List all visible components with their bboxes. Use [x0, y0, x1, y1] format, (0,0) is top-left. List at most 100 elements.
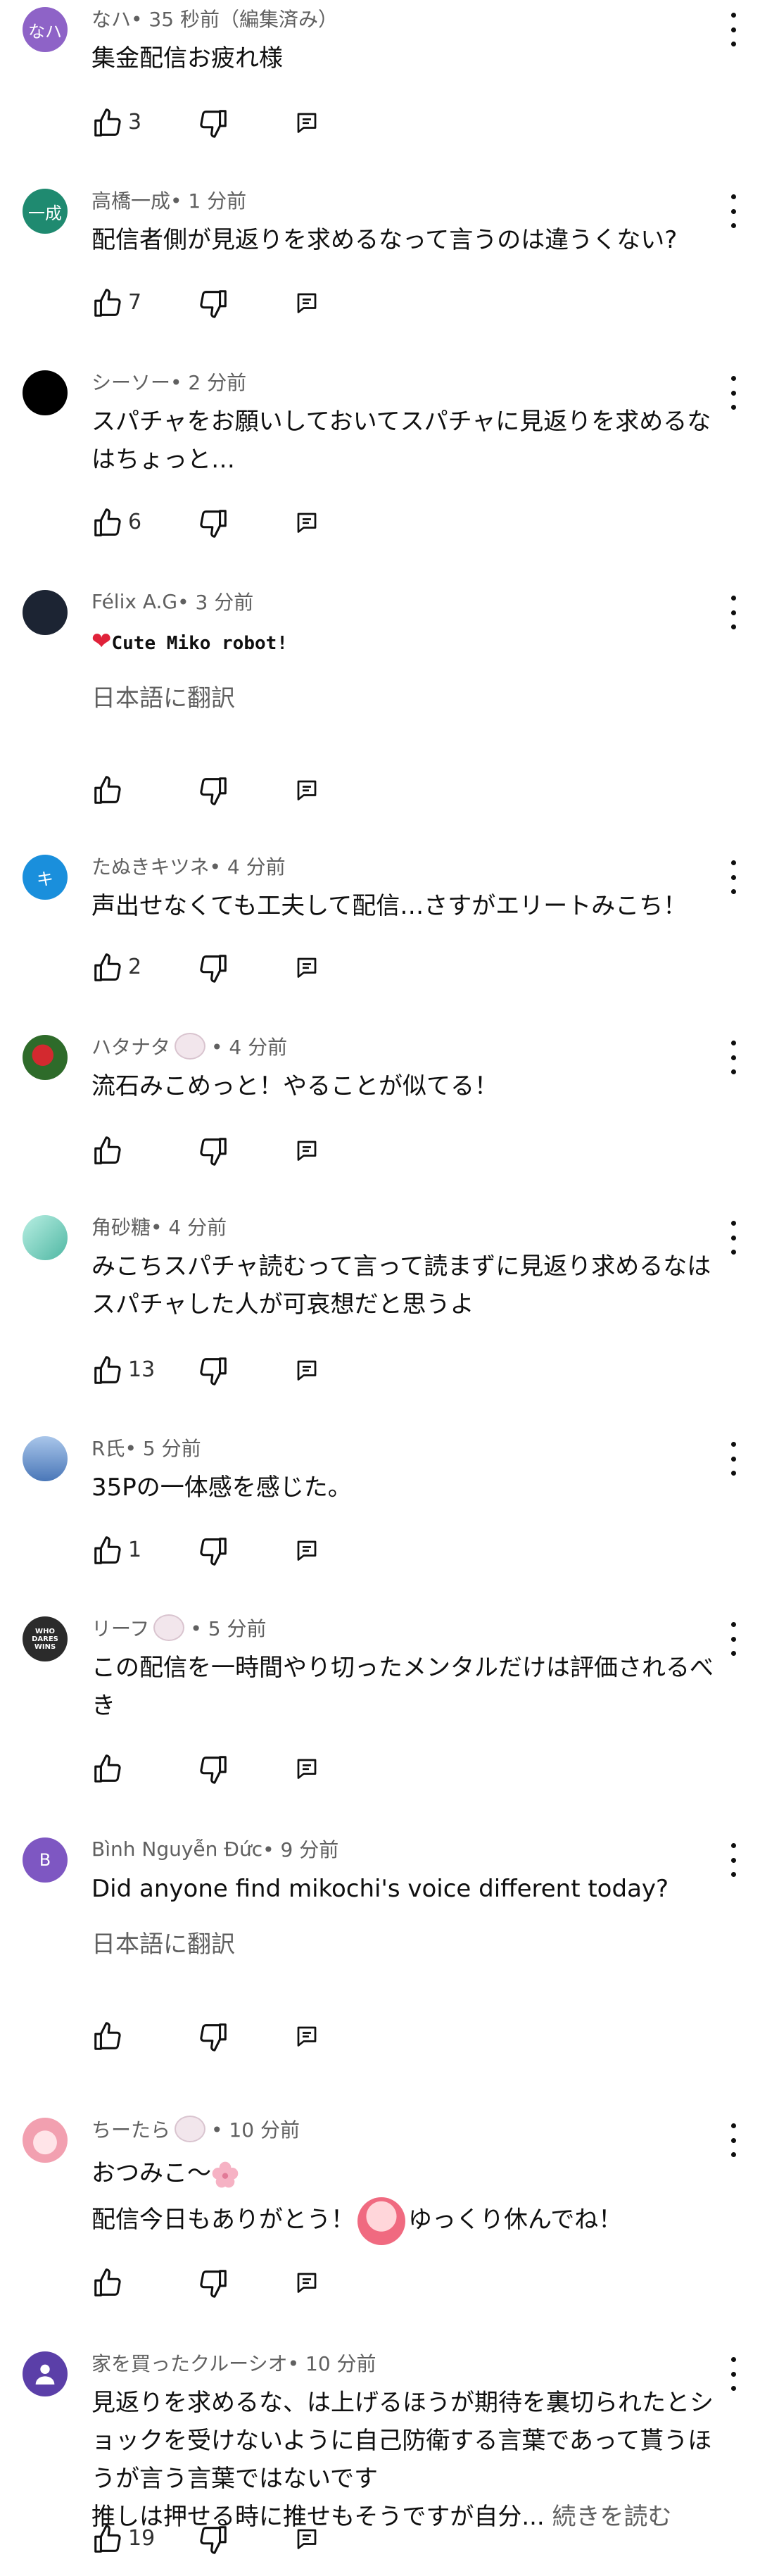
thumb-down-icon[interactable]	[197, 2523, 229, 2556]
translate-link[interactable]: 日本語に翻訳	[91, 679, 235, 713]
avatar-initials: なハ	[28, 21, 62, 42]
thumb-down-icon[interactable]	[197, 1135, 229, 1167]
comment: なハ なハ • 35 秒前（編集済み） 集金配信お疲れ様 3	[0, 0, 760, 162]
thumb-down-icon[interactable]	[197, 107, 229, 139]
author-name[interactable]: たぬきキツネ	[91, 852, 209, 880]
reply-icon[interactable]	[294, 2270, 319, 2295]
avatar[interactable]	[23, 2351, 68, 2396]
author-name[interactable]: Bình Nguyễn Đức	[91, 1837, 262, 1861]
avatar[interactable]: キ	[23, 855, 68, 900]
comment-meta: R氏 • 5 分前	[91, 1433, 201, 1462]
author-name[interactable]: 角砂糖	[91, 1212, 151, 1240]
heart-emoji: ❤	[91, 627, 112, 655]
thumb-up-icon[interactable]	[91, 774, 124, 807]
avatar[interactable]: なハ	[23, 7, 68, 52]
reply-icon[interactable]	[294, 1756, 319, 1781]
reply-icon[interactable]	[294, 1538, 319, 1563]
thumb-down-icon[interactable]	[197, 774, 229, 807]
author-name[interactable]: リーフ	[91, 1614, 149, 1642]
avatar[interactable]: 一成	[23, 189, 68, 234]
thumb-up-icon[interactable]	[91, 952, 124, 984]
reply-icon[interactable]	[294, 2023, 319, 2049]
person-icon	[35, 2364, 55, 2385]
timestamp: • 4 分前	[151, 1216, 227, 1239]
avatar[interactable]	[23, 590, 68, 635]
timestamp: • 1 分前	[170, 189, 247, 213]
thumb-up-icon[interactable]	[91, 2267, 124, 2299]
thumb-up-icon[interactable]	[91, 2021, 124, 2053]
avatar[interactable]: WHO DARES WINS	[23, 1616, 68, 1661]
comment-text: おつみこ〜 配信今日もありがとう！ ゆっくり休んでね！	[91, 2150, 732, 2245]
comment-text: 集金配信お疲れ様	[91, 44, 283, 73]
author-name[interactable]: 高橋一成	[91, 186, 170, 214]
thumb-up-icon[interactable]	[91, 2523, 124, 2556]
read-more-link[interactable]: 続きを読む	[545, 2503, 672, 2531]
comment-text: スパチャをお願いしておいてスパチャに見返りを求めるなはちょっと…	[91, 408, 711, 474]
comment-meta: たぬきキツネ • 4 分前	[91, 852, 286, 880]
author-name[interactable]: 家を買ったクルーシオ	[91, 2349, 288, 2377]
comment-text: ❤Cute Miko robot!	[91, 622, 732, 662]
comment-meta: ハタナタ • 4 分前	[91, 1032, 287, 1060]
thumb-up-icon[interactable]	[91, 1753, 124, 1785]
comment-actions	[91, 2021, 373, 2054]
thumb-down-icon[interactable]	[197, 1535, 229, 1567]
comment-actions: 13	[91, 1355, 373, 1388]
like-count: 19	[128, 2526, 156, 2551]
author-name[interactable]: シーソー	[91, 367, 170, 396]
translate-link[interactable]: 日本語に翻訳	[91, 1925, 235, 1959]
author-name[interactable]: ハタナタ	[91, 1032, 170, 1060]
like-count: 13	[128, 1357, 156, 1382]
avatar[interactable]	[23, 1215, 68, 1260]
author-name[interactable]: R氏	[91, 1433, 125, 1462]
comment-line-2b: ゆっくり休んでね！	[408, 2206, 623, 2234]
author-name[interactable]: Félix A.G	[91, 590, 177, 613]
reply-icon[interactable]	[294, 1357, 319, 1383]
reply-icon[interactable]	[294, 2526, 319, 2551]
avatar[interactable]	[23, 1436, 68, 1481]
member-badge-icon	[175, 2116, 206, 2142]
thumb-down-icon[interactable]	[197, 1355, 229, 1387]
thumb-up-icon[interactable]	[91, 287, 124, 320]
comment-actions: 1	[91, 1535, 373, 1569]
comment-text: みこちスパチャ読むって言って読まずに見返り求めるなはスパチャした人が可哀想だと思…	[91, 1252, 711, 1319]
author-name[interactable]: ちーたら	[91, 2115, 170, 2143]
reply-icon[interactable]	[294, 777, 319, 803]
member-badge-icon	[175, 1033, 206, 1060]
avatar-logo-text: WHO DARES WINS	[32, 1627, 58, 1651]
thumb-up-icon[interactable]	[91, 107, 124, 139]
thumb-up-icon[interactable]	[91, 507, 124, 539]
comment: 角砂糖 • 4 分前 みこちスパチャ読むって言って読まずに見返り求めるなはスパチ…	[0, 1208, 760, 1419]
thumb-up-icon[interactable]	[91, 1135, 124, 1167]
avatar-initials: 一成	[28, 203, 62, 223]
thumb-up-icon[interactable]	[91, 1535, 124, 1567]
reply-icon[interactable]	[294, 1138, 319, 1163]
comment-actions	[91, 1135, 373, 1169]
comment-text: 声出せなくても工夫して配信…さすがエリートみこち！	[91, 892, 688, 920]
thumb-down-icon[interactable]	[197, 2021, 229, 2053]
author-name[interactable]: なハ	[91, 4, 131, 32]
avatar[interactable]	[23, 1035, 68, 1080]
comment-text: Did anyone find mikochi's voice differen…	[91, 1875, 669, 1903]
avatar-initials: B	[39, 1850, 51, 1870]
thumb-up-icon[interactable]	[91, 1355, 124, 1387]
comment: ちーたら • 10 分前 おつみこ〜 配信今日もありがとう！ ゆっくり休んでね！	[0, 2111, 760, 2336]
thumb-down-icon[interactable]	[197, 507, 229, 539]
avatar[interactable]: B	[23, 1837, 68, 1883]
comment-meta: 角砂糖 • 4 分前	[91, 1212, 227, 1240]
reply-icon[interactable]	[294, 955, 319, 980]
avatar[interactable]	[23, 370, 68, 415]
reply-icon[interactable]	[294, 290, 319, 315]
thumb-down-icon[interactable]	[197, 2267, 229, 2299]
reply-icon[interactable]	[294, 510, 319, 535]
comment: 一成 高橋一成 • 1 分前 配信者側が見返りを求めるなって言うのは違うくない?…	[0, 182, 760, 351]
thumb-down-icon[interactable]	[197, 287, 229, 320]
thumb-down-icon[interactable]	[197, 952, 229, 984]
reply-icon[interactable]	[294, 110, 319, 135]
avatar[interactable]	[23, 2118, 68, 2163]
like-count: 2	[128, 955, 142, 979]
comment-text: 35Pの一体感を感じた。	[91, 1474, 352, 1502]
comment-meta: ちーたら • 10 分前	[91, 2115, 300, 2143]
thumb-down-icon[interactable]	[197, 1753, 229, 1785]
timestamp: • 5 分前	[125, 1437, 201, 1460]
timestamp: • 35 秒前（編集済み）	[131, 8, 338, 31]
